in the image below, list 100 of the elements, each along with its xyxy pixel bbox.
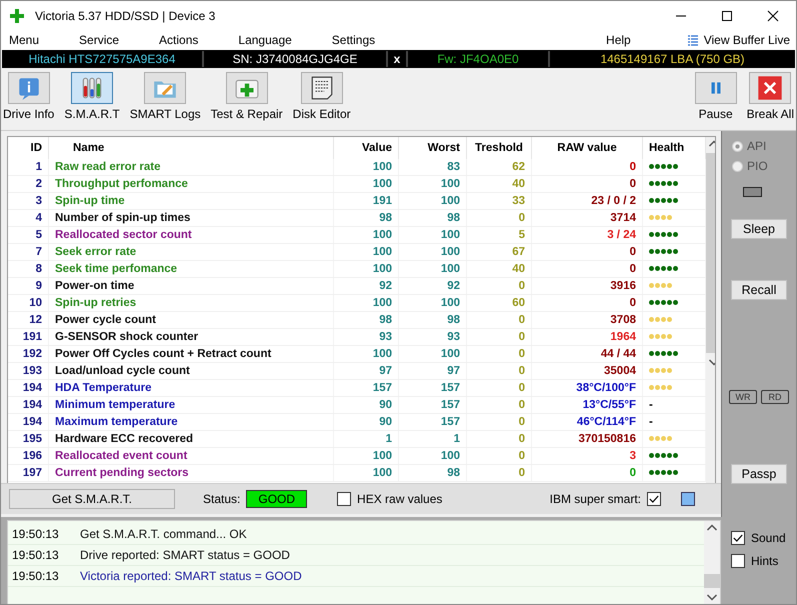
table-cell: 192 xyxy=(8,346,48,362)
radio-label: PIO xyxy=(747,159,768,173)
toolbar-label: S.M.A.R.T xyxy=(64,107,120,121)
table-cell: 194 xyxy=(8,396,48,414)
table-cell: 90 xyxy=(334,396,398,414)
table-cell: 0 xyxy=(532,464,642,482)
table-cell: 0 xyxy=(466,396,532,414)
log-time: 19:50:13 xyxy=(11,527,60,541)
table-cell: 44 / 44 xyxy=(532,346,642,362)
checkbox-label: Sound xyxy=(751,530,786,544)
table-cell: 1 xyxy=(334,430,398,448)
table-cell: 100 xyxy=(398,448,466,464)
column-header[interactable]: Treshold xyxy=(466,137,532,159)
menu-item[interactable]: View Buffer Live xyxy=(704,33,790,47)
table-cell: 2 xyxy=(8,176,48,192)
table-cell: 46°C/114°F xyxy=(532,414,642,430)
table-cell: 100 xyxy=(398,192,466,210)
table-cell: Power cycle count xyxy=(48,312,334,328)
table-cell: Reallocated sector count xyxy=(48,226,334,244)
table-cell: 0 xyxy=(532,294,642,312)
table-cell: 370150816 xyxy=(532,430,642,448)
window-title: Victoria 5.37 HDD/SSD | Device 3 xyxy=(35,8,216,22)
table-cell: 97 xyxy=(398,362,466,380)
toolbar-label: Disk Editor xyxy=(292,107,351,121)
table-cell: 8 xyxy=(8,260,48,278)
table-cell: 3 / 24 xyxy=(532,226,642,244)
table-cell: 1 xyxy=(8,159,48,176)
table-cell: 191 xyxy=(334,192,398,210)
drive-capacity: 1465149167 LBA (750 GB) xyxy=(599,51,746,67)
table-cell: - xyxy=(649,399,653,411)
toolbar-label: Drive Info xyxy=(3,107,54,121)
radio-label: API xyxy=(747,139,766,153)
table-cell: 100 xyxy=(334,176,398,192)
table-cell: 3708 xyxy=(532,312,642,328)
checkbox-label: Hints xyxy=(751,554,778,568)
table-cell: 98 xyxy=(334,210,398,226)
table-cell: 100 xyxy=(398,244,466,260)
table-cell: 0 xyxy=(466,430,532,448)
table-cell: 97 xyxy=(334,362,398,380)
table-cell: 93 xyxy=(398,328,466,346)
column-header[interactable]: ID xyxy=(8,137,48,159)
table-cell: 98 xyxy=(398,312,466,328)
menu-item[interactable]: Help xyxy=(606,33,631,47)
recall-button[interactable]: Recall xyxy=(731,280,787,300)
table-cell: 191 xyxy=(8,328,48,346)
table-cell: 23 / 0 / 2 xyxy=(532,192,642,210)
menu-item[interactable]: Settings xyxy=(332,33,376,47)
table-cell: 100 xyxy=(334,294,398,312)
table-cell: 194 xyxy=(8,414,48,430)
table-cell: 3714 xyxy=(532,210,642,226)
table-cell: 193 xyxy=(8,362,48,380)
table-cell: 0 xyxy=(466,210,532,226)
log-message: Drive reported: SMART status = GOOD xyxy=(80,548,290,562)
table-cell: 93 xyxy=(334,328,398,346)
table-cell: 0 xyxy=(466,278,532,294)
table-cell: 100 xyxy=(398,346,466,362)
table-cell: 0 xyxy=(532,260,642,278)
menu-item[interactable]: Language xyxy=(238,33,292,47)
table-cell: 0 xyxy=(466,346,532,362)
table-cell: 12 xyxy=(8,312,48,328)
menu-item[interactable]: Service xyxy=(79,33,120,47)
table-cell: 100 xyxy=(398,260,466,278)
toolbar-label: Break All xyxy=(746,107,794,121)
table-cell: Hardware ECC recovered xyxy=(48,430,334,448)
table-cell: 100 xyxy=(334,346,398,362)
table-cell: 157 xyxy=(334,380,398,396)
table-cell: 5 xyxy=(8,226,48,244)
table-cell: 33 xyxy=(466,192,532,210)
get-smart-button[interactable]: Get S.M.A.R.T. xyxy=(9,489,175,509)
column-header[interactable]: Worst xyxy=(398,137,466,159)
table-cell: 1 xyxy=(398,430,466,448)
table-cell: 157 xyxy=(398,396,466,414)
menu-item[interactable]: Actions xyxy=(159,33,198,47)
sleep-button[interactable]: Sleep xyxy=(731,219,787,239)
table-cell: 90 xyxy=(334,414,398,430)
table-cell: 100 xyxy=(334,244,398,260)
table-cell: G-SENSOR shock counter xyxy=(48,328,334,346)
menu-item[interactable]: Menu xyxy=(9,33,40,47)
passp-button[interactable]: Passp xyxy=(731,464,787,484)
table-cell: 0 xyxy=(532,244,642,260)
column-header[interactable]: Name xyxy=(48,137,334,159)
table-cell: Load/unload cycle count xyxy=(48,362,334,380)
table-cell: Throughput perfomance xyxy=(48,176,334,192)
table-cell: 60 xyxy=(466,294,532,312)
table-cell: 35004 xyxy=(532,362,642,380)
table-cell: 4 xyxy=(8,210,48,226)
table-cell: 7 xyxy=(8,244,48,260)
table-cell: 0 xyxy=(466,380,532,396)
table-cell: - xyxy=(649,416,653,428)
table-cell: 0 xyxy=(466,312,532,328)
table-cell: 0 xyxy=(466,448,532,464)
column-header[interactable]: Value xyxy=(334,137,398,159)
table-cell: 10 xyxy=(8,294,48,312)
table-cell: 195 xyxy=(8,430,48,448)
table-cell: 0 xyxy=(466,362,532,380)
table-cell: 5 xyxy=(466,226,532,244)
column-header[interactable]: RAW value xyxy=(532,137,642,159)
status-label: Status: xyxy=(203,492,240,506)
table-cell: Spin-up time xyxy=(48,192,334,210)
toolbar-label: Test & Repair xyxy=(210,107,283,121)
